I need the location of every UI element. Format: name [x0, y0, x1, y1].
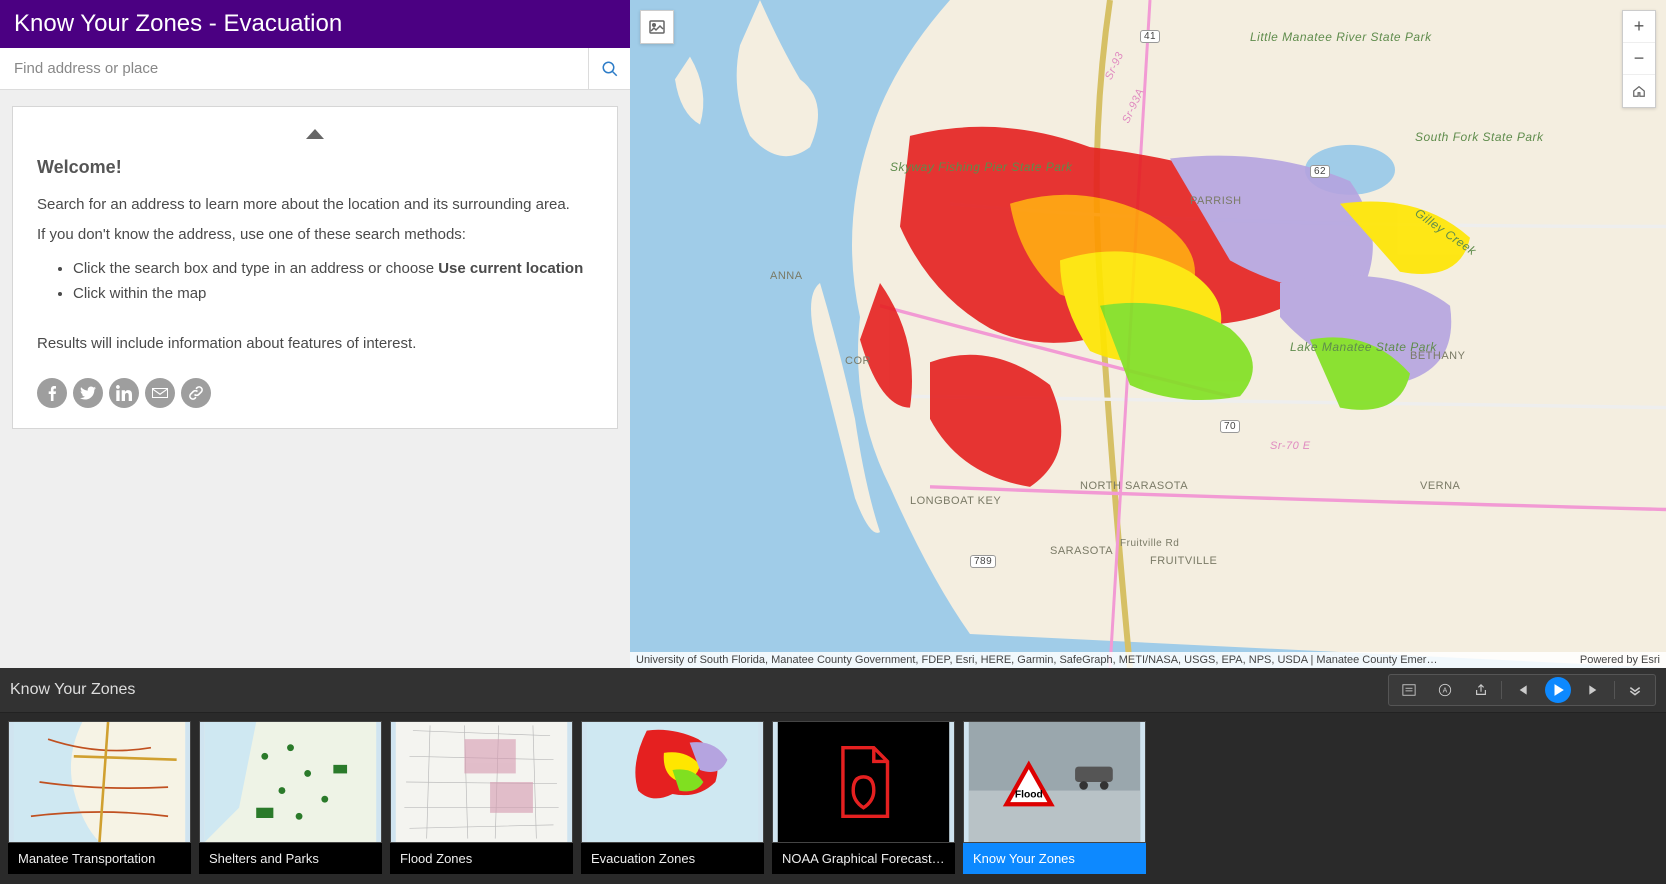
welcome-line2: If you don't know the address, use one o… — [37, 224, 593, 246]
share-button[interactable] — [1463, 677, 1499, 703]
thumbnail-caption: Manatee Transportation — [8, 843, 191, 874]
map-view[interactable]: Skyway Fishing Pier State Park Little Ma… — [630, 0, 1666, 668]
thumbnail-image: Flood — [963, 721, 1146, 843]
share-email-button[interactable] — [145, 378, 175, 408]
map-label-south-fork: South Fork State Park — [1415, 130, 1544, 144]
thumbnail-2[interactable]: Flood Zones — [390, 721, 573, 874]
map-label-sarasota: SARASOTA — [1050, 545, 1113, 557]
welcome-bullet-1: Click the search box and type in an addr… — [73, 256, 593, 282]
thumbnail-caption: Shelters and Parks — [199, 843, 382, 874]
collapse-toggle[interactable] — [37, 129, 593, 139]
thumbnail-caption: Flood Zones — [390, 843, 573, 874]
play-icon — [1551, 683, 1565, 697]
next-icon — [1587, 683, 1601, 697]
map-label-fruitville: FRUITVILLE — [1150, 555, 1217, 567]
zoom-out-button[interactable]: − — [1623, 43, 1655, 75]
search-input[interactable] — [0, 48, 588, 89]
zoom-controls: + − — [1622, 10, 1656, 108]
thumbnail-1[interactable]: Shelters and Parks — [199, 721, 382, 874]
gallery-header: Know Your Zones A — [0, 668, 1666, 713]
attribution-text: University of South Florida, Manatee Cou… — [636, 654, 1437, 666]
play-button[interactable] — [1545, 677, 1571, 703]
welcome-bullet-2: Click within the map — [73, 281, 593, 307]
gallery-title: Know Your Zones — [10, 681, 135, 699]
twitter-icon — [80, 385, 96, 401]
map-label-sr70e: Sr-70 E — [1270, 440, 1311, 452]
prev-icon — [1515, 683, 1529, 697]
share-link-button[interactable] — [181, 378, 211, 408]
share-icons — [37, 378, 593, 408]
svg-text:A: A — [1443, 688, 1448, 695]
welcome-heading: Welcome! — [37, 157, 593, 178]
chevron-down-icon — [1628, 683, 1642, 697]
map-attribution: University of South Florida, Manatee Cou… — [630, 652, 1666, 668]
home-icon — [1632, 84, 1646, 98]
map-label-north-sarasota: NORTH SARASOTA — [1080, 480, 1188, 492]
zoom-in-button[interactable]: + — [1623, 11, 1655, 43]
route-shield-70: 70 — [1220, 420, 1240, 433]
welcome-results: Results will include information about f… — [37, 333, 593, 355]
prev-button[interactable] — [1504, 677, 1540, 703]
thumbnail-caption: Know Your Zones — [963, 843, 1146, 874]
welcome-bullets: Click the search box and type in an addr… — [37, 256, 593, 307]
map-label-skyway: Skyway Fishing Pier State Park — [890, 160, 1072, 174]
map-canvas — [630, 0, 1666, 668]
linkedin-icon — [116, 385, 132, 401]
map-label-bethany: BETHANY — [1410, 350, 1465, 362]
thumbnail-4[interactable]: NOAA Graphical Forecasts - — [772, 721, 955, 874]
route-shield-789: 789 — [970, 555, 996, 568]
next-button[interactable] — [1576, 677, 1612, 703]
route-shield-41: 41 — [1140, 30, 1160, 43]
side-panel: Know Your Zones - Evacuation Welcome! Se… — [0, 0, 630, 668]
map-label-little-manatee: Little Manatee River State Park — [1250, 30, 1432, 44]
thumbnail-image — [8, 721, 191, 843]
chevron-up-icon — [306, 129, 324, 139]
search-button[interactable] — [588, 48, 630, 89]
map-label-longboat: LONGBOAT KEY — [910, 495, 1001, 507]
thumbnail-image — [199, 721, 382, 843]
share-linkedin-button[interactable] — [109, 378, 139, 408]
home-extent-button[interactable] — [1623, 75, 1655, 107]
expand-button[interactable] — [1617, 677, 1653, 703]
powered-by-esri[interactable]: Powered by Esri — [1568, 654, 1660, 666]
list-icon — [1402, 683, 1416, 697]
thumbnail-caption: Evacuation Zones — [581, 843, 764, 874]
map-label-cor: COR — [845, 355, 871, 367]
welcome-line1: Search for an address to learn more abou… — [37, 194, 593, 216]
legend-button[interactable] — [1391, 677, 1427, 703]
thumbnail-image — [772, 721, 955, 843]
circle-a-icon: A — [1438, 683, 1452, 697]
image-icon — [649, 19, 665, 35]
link-icon — [188, 385, 204, 401]
thumbnail-image — [581, 721, 764, 843]
map-label-anna: ANNA — [770, 270, 803, 282]
thumbnail-strip: Manatee Transportation Shelters and Parks… — [0, 713, 1666, 884]
share-facebook-button[interactable] — [37, 378, 67, 408]
route-shield-62: 62 — [1310, 165, 1330, 178]
svg-text:Flood: Flood — [1015, 789, 1043, 800]
search-bar — [0, 48, 630, 90]
map-label-verna: VERNA — [1420, 480, 1460, 492]
thumbnail-5[interactable]: Flood Know Your Zones — [963, 721, 1146, 874]
about-button[interactable]: A — [1427, 677, 1463, 703]
email-icon — [152, 385, 168, 401]
thumbnail-3[interactable]: Evacuation Zones — [581, 721, 764, 874]
search-icon — [601, 60, 619, 78]
welcome-card: Welcome! Search for an address to learn … — [12, 106, 618, 429]
thumbnail-0[interactable]: Manatee Transportation — [8, 721, 191, 874]
thumbnail-caption: NOAA Graphical Forecasts - — [772, 843, 955, 874]
basemap-gallery-button[interactable] — [640, 10, 674, 44]
map-label-fruitville-rd: Fruitville Rd — [1120, 538, 1179, 549]
panel-title: Know Your Zones - Evacuation — [0, 0, 630, 48]
map-label-parrish: PARRISH — [1190, 195, 1242, 207]
thumbnail-image — [390, 721, 573, 843]
share-twitter-button[interactable] — [73, 378, 103, 408]
facebook-icon — [44, 385, 60, 401]
share-icon — [1474, 683, 1488, 697]
gallery-toolbar: A — [1388, 674, 1656, 706]
story-gallery: Know Your Zones A Manatee Transportation… — [0, 668, 1666, 884]
